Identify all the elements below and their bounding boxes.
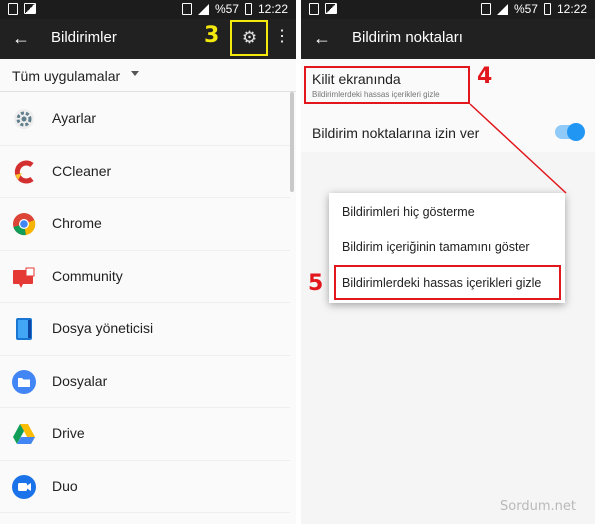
app-bar: ← Bildirimler 3 ⚙ ⋮ [0,19,296,59]
status-bar: %57 12:22 [0,0,296,19]
back-arrow-icon[interactable]: ← [313,27,331,49]
app-list: Ayarlar CCleaner Chrome Community Dosya … [0,93,290,513]
scrollbar[interactable] [290,92,294,192]
step-5-annotation: 5 [308,271,324,296]
list-item[interactable]: Ayarlar [0,93,290,146]
list-item[interactable]: Dosya yöneticisi [0,303,290,356]
app-bar: ← Bildirim noktaları [301,19,595,59]
app-name: Dosya yöneticisi [52,320,154,336]
more-options-icon[interactable]: ⋮ [274,27,290,47]
app-name: Drive [52,425,85,441]
list-item[interactable]: Dosyalar [0,356,290,408]
vibrate-icon [181,3,192,15]
notifications-screen: %57 12:22 ← Bildirimler 3 ⚙ ⋮ Tüm uygula… [0,0,296,524]
notification-dots-setting[interactable]: Bildirim noktalarına izin ver [301,106,595,152]
signal-icon [496,3,508,15]
notification-dots-label: Bildirim noktalarına izin ver [312,125,480,141]
ccleaner-icon [14,160,34,183]
step-5-highlight-box [334,265,561,300]
filter-label: Tüm uygulamalar [12,68,121,84]
app-name: Ayarlar [52,110,97,126]
clock: 12:22 [257,2,288,16]
toggle-knob [567,123,585,141]
folder-icon [12,369,36,394]
battery-icon [244,3,252,15]
notification-icon [8,3,18,15]
app-name: Community [52,267,123,284]
image-icon [325,3,337,14]
back-arrow-icon[interactable]: ← [12,27,30,49]
page-title: Bildirim noktaları [352,29,463,46]
settings-gear-icon [14,109,34,129]
list-item[interactable]: Chrome [0,198,290,251]
notification-icon [309,3,319,15]
menu-item-show-all[interactable]: Bildirim içeriğinin tamamını göster [342,240,530,254]
vibrate-icon [480,3,491,15]
status-bar: %57 12:22 [301,0,595,19]
drive-icon [13,424,35,444]
file-manager-icon [16,318,32,340]
app-name: CCleaner [52,162,112,179]
list-item[interactable]: Community [0,251,290,303]
battery-icon [543,3,551,15]
list-item[interactable]: Duo [0,461,290,513]
duo-icon [12,474,36,499]
battery-percent: %57 [513,2,538,16]
community-icon [13,267,35,288]
gear-icon[interactable]: ⚙ [236,25,263,52]
image-icon [24,3,36,14]
app-name: Chrome [52,215,102,231]
signal-icon [197,3,209,15]
app-filter-dropdown[interactable]: Tüm uygulamalar [0,59,296,92]
menu-item-hide-all[interactable]: Bildirimleri hiç gösterme [342,205,475,219]
notification-dots-screen: %57 12:22 ← Bildirim noktaları Kilit ekr… [301,0,595,524]
clock: 12:22 [556,2,587,16]
watermark: Sordum.net [500,499,576,514]
page-title: Bildirimler [51,29,117,46]
list-item[interactable]: CCleaner [0,146,290,198]
step-4-annotation: 4 [477,64,493,89]
step-4-highlight-box [304,66,470,104]
battery-percent: %57 [214,2,239,16]
step-3-annotation: 3 [204,23,220,48]
app-name: Duo [52,477,78,494]
list-item[interactable]: Drive [0,408,290,461]
chrome-icon [13,213,36,236]
notification-dots-toggle[interactable] [555,123,585,141]
app-name: Dosyalar [52,372,108,389]
chevron-down-icon [131,71,139,76]
